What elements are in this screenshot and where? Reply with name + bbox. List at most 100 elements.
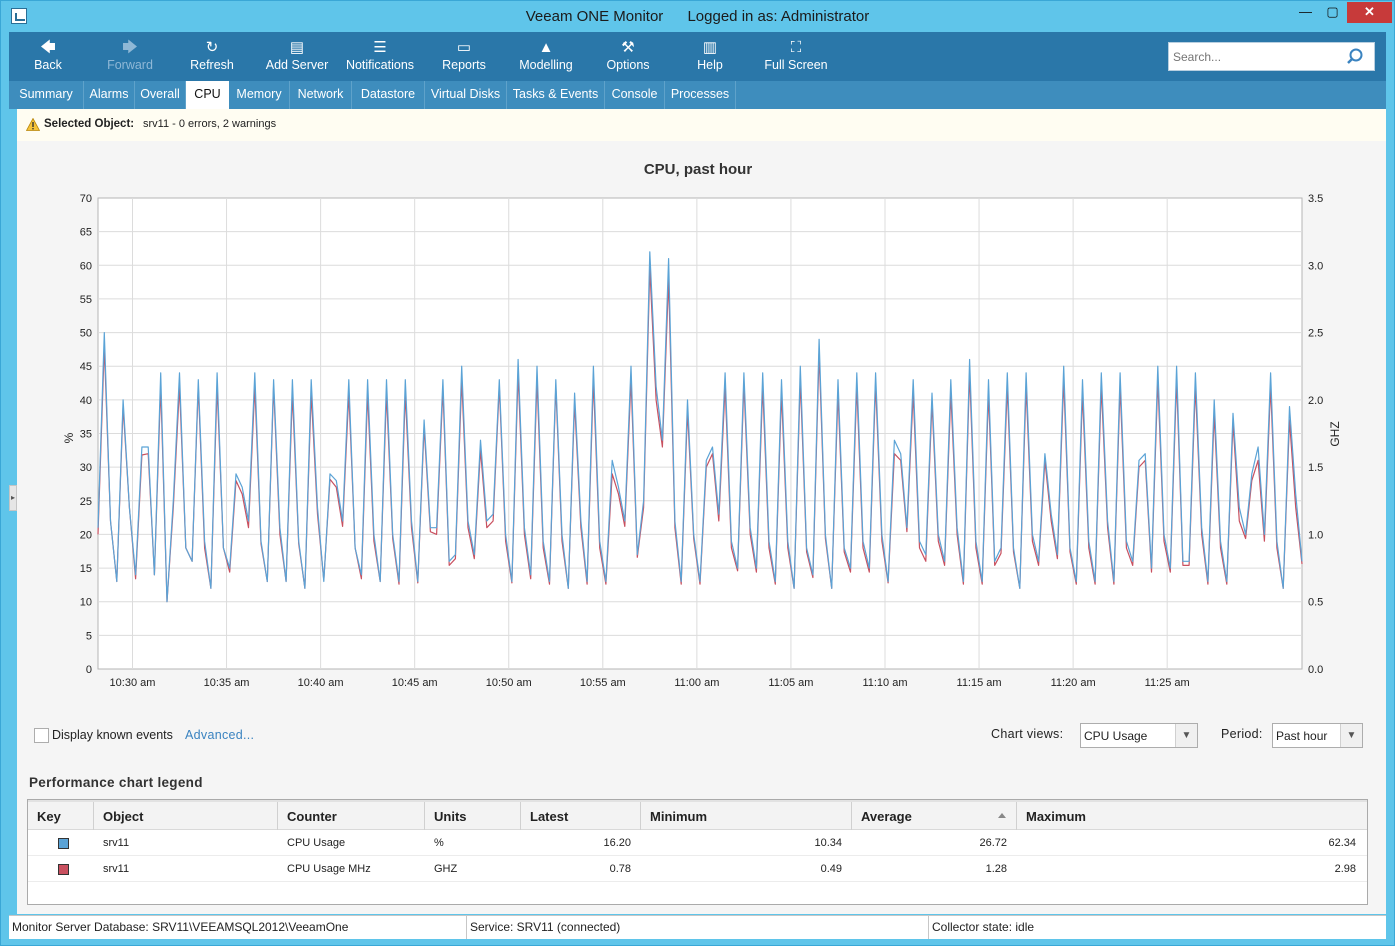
column-units[interactable]: Units [425,802,521,830]
notifications-icon: ☰ [373,39,387,56]
modelling-label: Modelling [519,58,573,72]
column-latest[interactable]: Latest [521,802,641,830]
latest-cell: 0.78 [609,863,631,875]
add-server-button[interactable]: ▤ Add Server [261,38,333,78]
minimize-button[interactable]: — [1292,2,1319,23]
help-button[interactable]: ▥ Help [687,38,733,78]
full-screen-button[interactable]: ⛶ Full Screen [761,38,831,78]
column-counter[interactable]: Counter [278,802,425,830]
chevron-down-icon[interactable]: ▼ [1340,724,1362,747]
column-key[interactable]: Key [28,802,94,830]
main-toolbar: 🡄 Back 🡆 Forward ↻ Refresh ▤ Add Server … [9,32,1386,81]
y2-tick-label: 0.5 [1308,597,1323,609]
search-icon[interactable] [1345,47,1365,67]
units-cell: % [434,837,444,849]
y-tick-label: 20 [80,529,92,541]
tab-processes[interactable]: Processes [665,81,736,109]
x-tick-label: 10:50 am [486,677,532,689]
display-known-events-checkbox[interactable] [34,728,49,743]
tab-virtual-disks[interactable]: Virtual Disks [425,81,507,109]
y-tick-label: 30 [80,462,92,474]
column-object[interactable]: Object [94,802,278,830]
series-color-key [58,838,69,849]
table-row[interactable]: srv11 CPU Usage MHz GHZ 0.78 0.49 1.28 2… [28,856,1367,882]
y-tick-label: 15 [80,563,92,575]
search-input[interactable] [1173,47,1338,67]
full-screen-label: Full Screen [764,58,828,72]
status-bar: Monitor Server Database: SRV11\VEEAMSQL2… [9,915,1386,939]
title-bar[interactable]: Veeam ONE Monitor Logged in as: Administ… [1,1,1394,32]
tab-summary[interactable]: Summary [9,81,84,109]
y-tick-label: 70 [80,193,92,205]
minimum-cell: 0.49 [820,863,842,875]
maximize-button[interactable]: ▢ [1319,2,1346,23]
close-button[interactable]: ✕ [1347,2,1392,23]
column-average[interactable]: Average [852,802,1017,830]
average-cell: 26.72 [979,837,1007,849]
status-service: Service: SRV11 (connected) [467,916,929,939]
sort-ascending-icon [998,813,1006,818]
counter-cell: CPU Usage [287,837,346,849]
tab-overall[interactable]: Overall [135,81,186,109]
y2-tick-label: 3.0 [1308,260,1323,272]
x-tick-label: 11:15 am [957,677,1002,689]
y-tick-label: 35 [80,429,92,441]
chart-title: CPU, past hour [644,161,753,178]
expand-left-panel-button[interactable]: ▸ [9,485,17,511]
y2-tick-label: 2.0 [1308,395,1323,407]
notifications-button[interactable]: ☰ Notifications [340,38,420,78]
tab-alarms[interactable]: Alarms [84,81,135,109]
column-minimum[interactable]: Minimum [641,802,852,830]
object-cell: srv11 [103,863,130,875]
tab-bar: Summary Alarms Overall CPU Memory Networ… [9,81,1386,109]
y2-tick-label: 1.5 [1308,462,1323,474]
search-box[interactable] [1168,42,1375,71]
table-row[interactable]: srv11 CPU Usage % 16.20 10.34 26.72 62.3… [28,830,1367,856]
add-server-icon: ▤ [289,39,305,56]
legend-header: Key Object Counter Units Latest Minimum … [28,800,1367,830]
x-tick-label: 11:00 am [674,677,719,689]
y-tick-label: 40 [80,395,92,407]
reports-button[interactable]: ▭ Reports [434,38,494,78]
fullscreen-icon: ⛶ [790,39,802,56]
cpu-chart: CPU, past hour 0 5 10 15 20 25 30 35 40 45 50 55 60 6… [62,161,1342,689]
legend-table: Key Object Counter Units Latest Minimum … [27,799,1368,905]
options-label: Options [606,58,650,72]
tab-console[interactable]: Console [605,81,665,109]
app-name: Veeam ONE Monitor [525,8,664,25]
maximum-cell: 62.34 [1328,837,1356,849]
back-label: Back [34,58,62,72]
series-color-key [58,864,69,875]
refresh-button[interactable]: ↻ Refresh [184,38,240,78]
period-select[interactable]: Past hour ▼ [1272,723,1363,748]
minimum-cell: 10.34 [814,837,842,849]
selected-object-value: srv11 - 0 errors, 2 warnings [143,118,277,130]
back-button[interactable]: 🡄 Back [23,38,73,78]
app-window: Veeam ONE Monitor Logged in as: Administ… [0,0,1395,946]
y2-tick-label: 1.0 [1308,529,1323,541]
y-tick-label: 50 [80,328,92,340]
tab-memory[interactable]: Memory [229,81,290,109]
refresh-icon: ↻ [205,39,219,56]
column-maximum[interactable]: Maximum [1017,802,1367,830]
modelling-button[interactable]: ▲ Modelling [512,38,580,78]
advanced-link[interactable]: Advanced... [185,728,254,742]
forward-button[interactable]: 🡆 Forward [101,38,159,78]
options-button[interactable]: ⚒ Options [599,38,657,78]
tab-network[interactable]: Network [290,81,352,109]
refresh-label: Refresh [190,58,234,72]
y-axis-label: % [62,432,76,443]
x-tick-label: 10:45 am [392,677,438,689]
legend-title: Performance chart legend [29,775,203,790]
x-tick-label: 11:20 am [1051,677,1096,689]
tab-datastore[interactable]: Datastore [352,81,425,109]
chevron-down-icon[interactable]: ▼ [1175,724,1197,747]
y-tick-label: 55 [80,294,92,306]
tab-cpu[interactable]: CPU [186,81,229,109]
tab-tasks-events[interactable]: Tasks & Events [507,81,605,109]
forward-label: Forward [107,58,153,72]
book-icon: ▥ [702,39,718,56]
wrench-icon: ⚒ [621,39,635,56]
chart-views-select[interactable]: CPU Usage ▼ [1080,723,1198,748]
y2-axis-label: GHZ [1328,421,1342,446]
